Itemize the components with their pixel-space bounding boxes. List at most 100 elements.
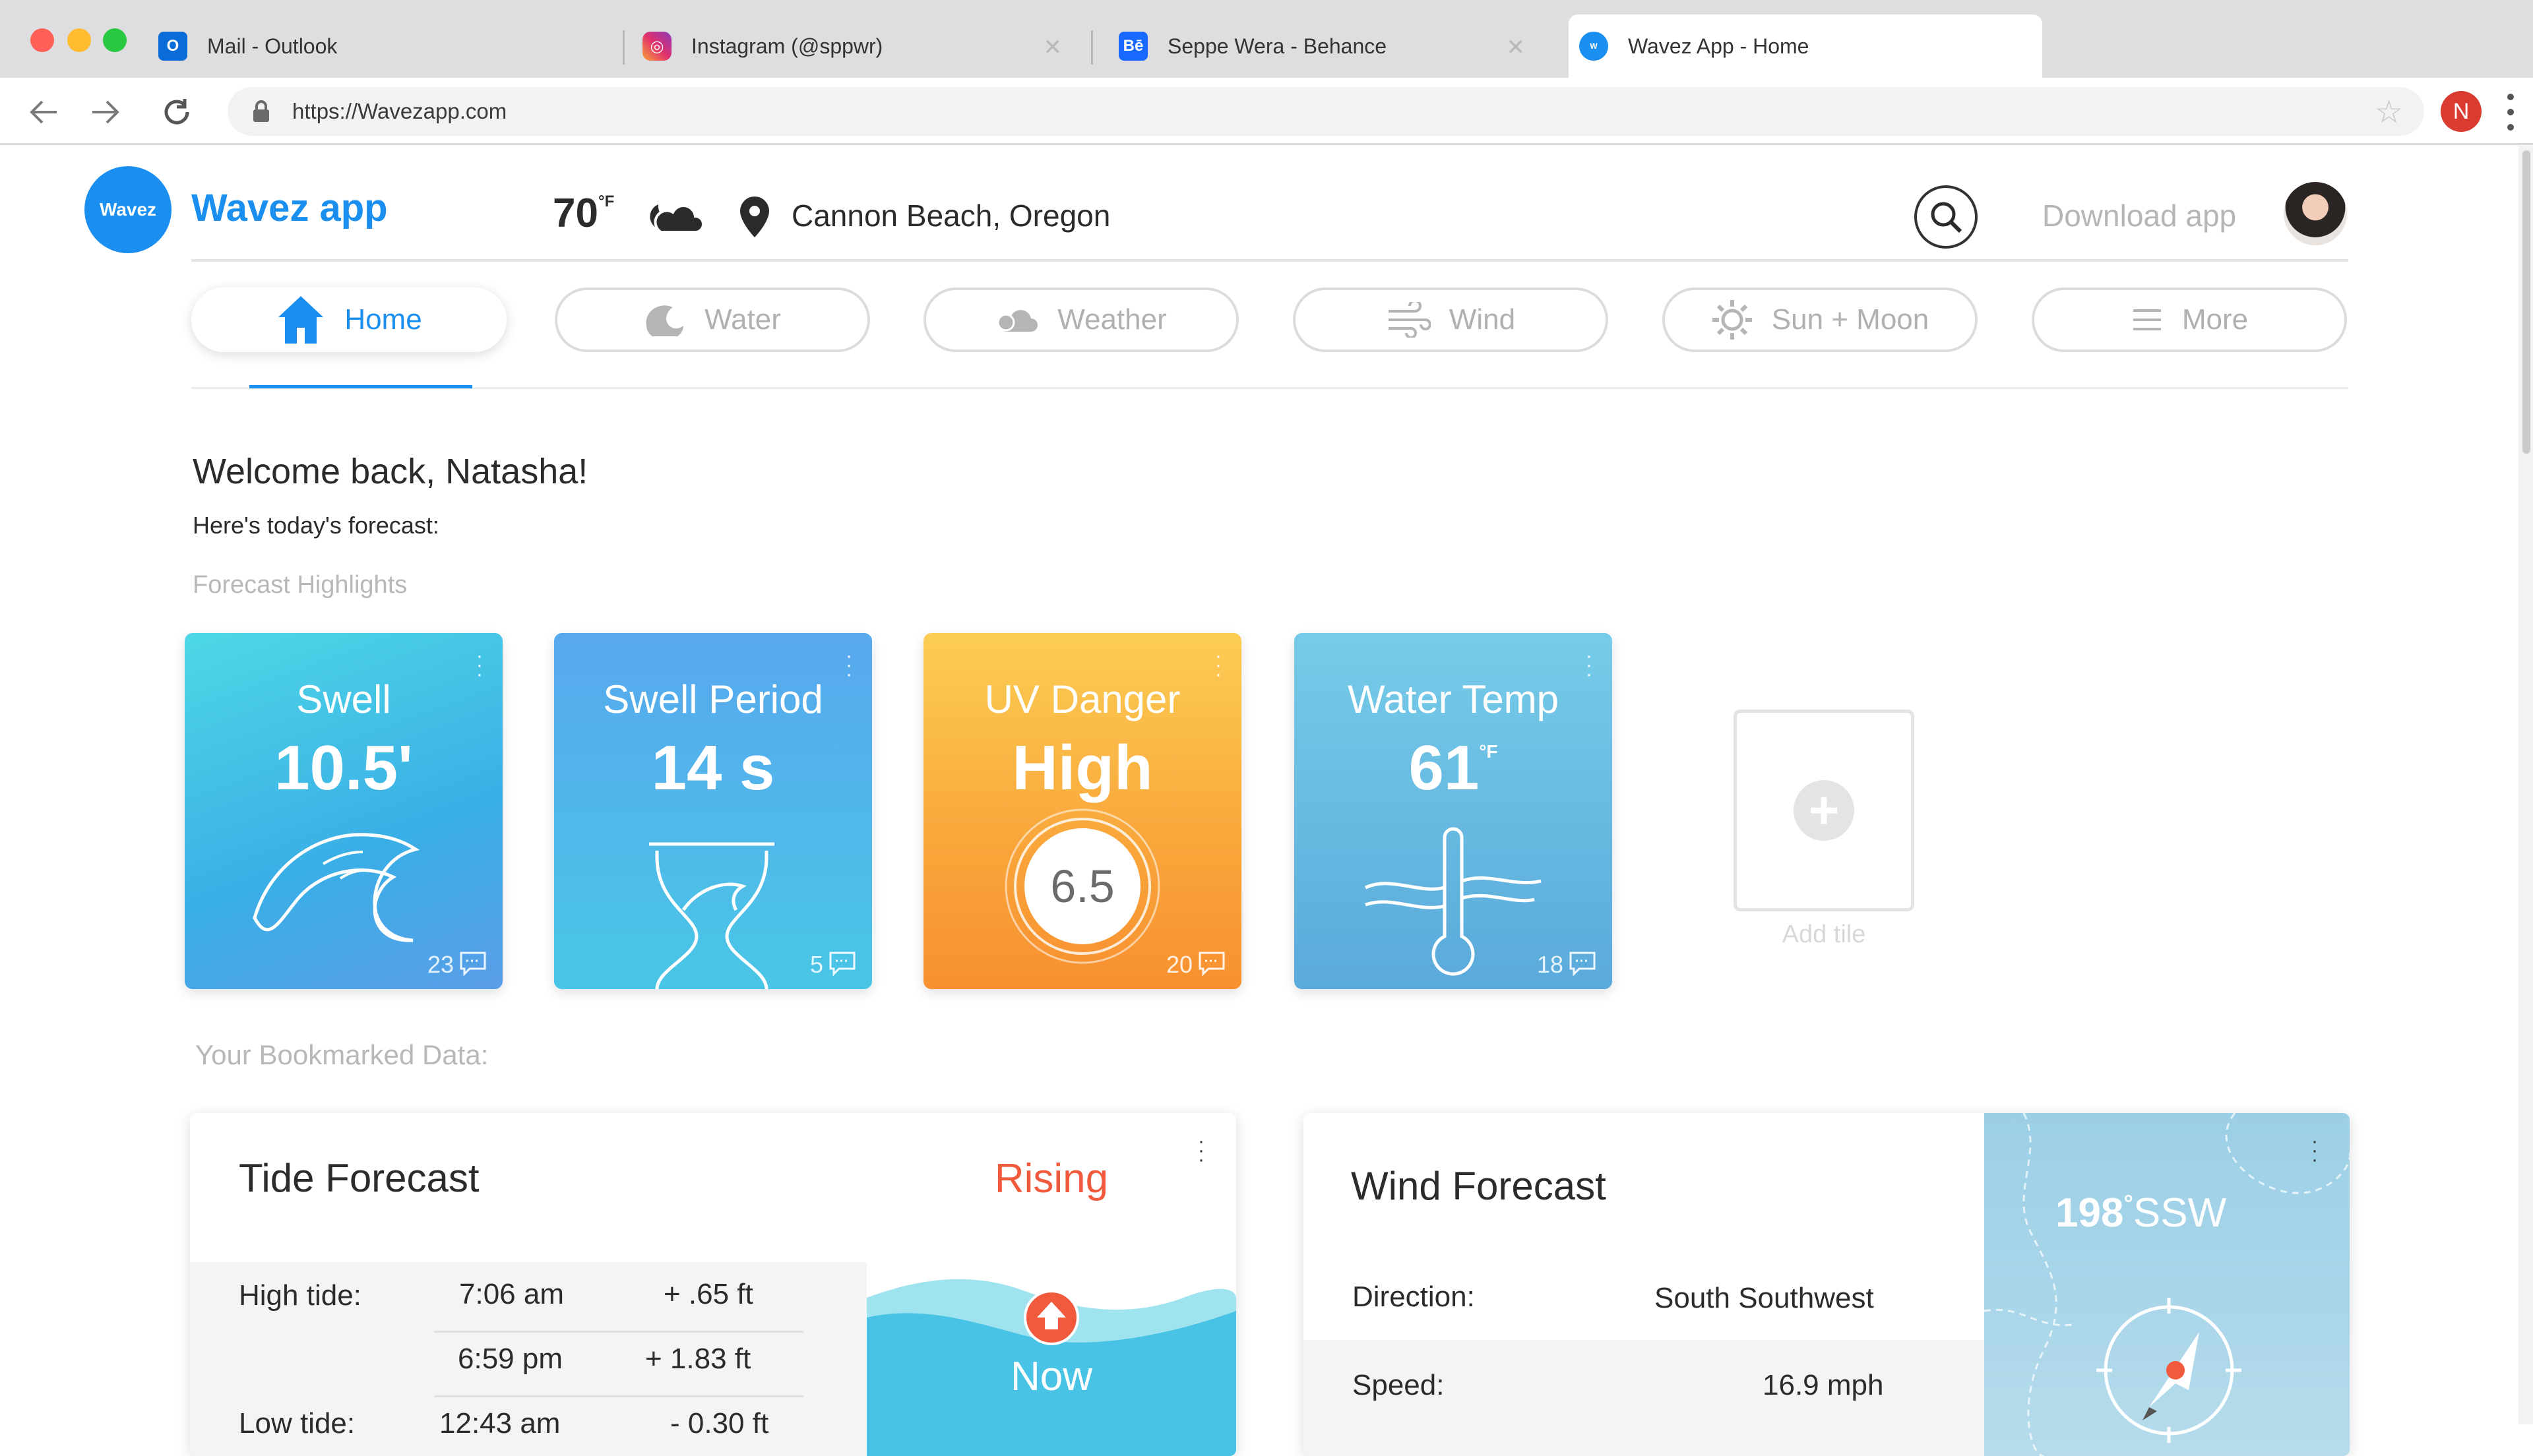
forward-button[interactable]: [86, 92, 125, 132]
bookmark-star-icon[interactable]: ☆: [2375, 94, 2403, 131]
compass-degree-unit: °: [2123, 1190, 2133, 1217]
tab-weather[interactable]: Weather: [923, 288, 1239, 352]
tide-card-title: Tide Forecast: [239, 1156, 480, 1200]
lock-icon: [253, 100, 269, 122]
comment-count: 20: [1166, 951, 1193, 978]
url-input[interactable]: https://Wavezapp.com ☆: [228, 87, 2424, 136]
add-tile-button[interactable]: +: [1734, 710, 1914, 911]
scrollbar-thumb[interactable]: [2522, 150, 2530, 454]
compass-degrees: 198: [2055, 1190, 2124, 1236]
browser-menu-button[interactable]: [2504, 94, 2517, 131]
logo-badge-text: Wavez: [99, 199, 157, 220]
bookmarked-label: Your Bookmarked Data:: [195, 1039, 489, 1070]
browser-tab-instagram[interactable]: ◎ Instagram (@sppwr) ✕: [642, 15, 1091, 78]
tab-close-icon[interactable]: ✕: [1507, 34, 1526, 61]
tab-wind[interactable]: Wind: [1293, 288, 1608, 352]
app-name[interactable]: Wavez app: [191, 186, 388, 230]
tide-rising-arrow-icon: [1024, 1290, 1079, 1345]
tide-status-text: Rising: [994, 1156, 1109, 1201]
header-divider: [191, 259, 2348, 262]
address-bar: https://Wavezapp.com ☆ N: [0, 78, 2533, 145]
minimize-window-button[interactable]: [67, 28, 91, 52]
browser-tab-outlook[interactable]: O Mail - Outlook: [158, 15, 620, 78]
tide-status-time: Now: [1010, 1354, 1093, 1399]
tab-home[interactable]: Home: [191, 288, 507, 352]
close-window-button[interactable]: [30, 28, 54, 52]
maximize-window-button[interactable]: [103, 28, 127, 52]
tide-status-panel: Rising Now · · ·: [867, 1113, 1236, 1456]
comment-icon[interactable]: [1569, 951, 1596, 976]
cloud-moon-icon: [650, 204, 704, 233]
tide-forecast-card[interactable]: Tide Forecast High tide: 7:06 am + .65 f…: [190, 1113, 1236, 1456]
plus-icon: +: [1794, 780, 1854, 841]
arrow-left-icon: [30, 100, 57, 124]
tab-label: Sun + Moon: [1771, 303, 1929, 336]
wind-icon: [1386, 302, 1431, 338]
tab-water[interactable]: Water: [555, 288, 870, 352]
forecast-subtitle: Here's today's forecast:: [193, 512, 439, 539]
profile-initial: N: [2453, 98, 2470, 124]
high-tide-time: 7:06 am: [459, 1278, 564, 1310]
cloud-icon: [995, 305, 1039, 334]
temperature-unit: °F: [598, 193, 615, 210]
home-icon: [276, 293, 326, 346]
hourglass-icon: [649, 842, 774, 989]
tab-label: Wind: [1449, 303, 1516, 336]
reload-icon: [164, 99, 189, 125]
tab-label: Home: [344, 303, 422, 336]
browser-tab-wavez[interactable]: W Wavez App - Home: [1569, 15, 2042, 78]
comment-icon[interactable]: [829, 951, 856, 976]
tile-uv-danger[interactable]: UV Danger High · · · 6.5 20: [923, 633, 1241, 989]
high-tide-time: 6:59 pm: [458, 1343, 563, 1375]
wave-icon: [253, 833, 420, 942]
wind-direction-value: South Southwest: [1654, 1282, 1874, 1314]
welcome-heading: Welcome back, Natasha!: [193, 452, 588, 491]
low-tide-time: 12:43 am: [439, 1407, 561, 1440]
compass-direction: SSW: [2133, 1190, 2227, 1236]
tab-label: Weather: [1057, 303, 1167, 336]
uv-gauge-icon: [1005, 808, 1160, 964]
tile-swell-period[interactable]: Swell Period 14 s · · · 5: [554, 633, 872, 989]
profile-avatar[interactable]: N: [2441, 91, 2482, 132]
water-icon: [644, 303, 686, 336]
uv-index-value: 6.5: [1050, 861, 1115, 912]
wind-speed-value: 16.9 mph: [1763, 1369, 1884, 1401]
app-logo[interactable]: Wavez: [84, 166, 172, 253]
url-text: https://Wavezapp.com: [292, 99, 507, 123]
reload-button[interactable]: [157, 92, 197, 132]
download-app-link[interactable]: Download app: [2042, 198, 2236, 233]
tab-label: Water: [704, 303, 781, 336]
temperature-value: 70: [553, 191, 598, 236]
tab-separator: [1091, 30, 1093, 65]
location-pin-icon: [740, 197, 769, 237]
location-label[interactable]: Cannon Beach, Oregon: [792, 198, 1110, 233]
low-tide-label: Low tide:: [239, 1407, 356, 1440]
comment-count: 18: [1536, 951, 1563, 978]
tide-card-menu-button[interactable]: · · ·: [1198, 1132, 1204, 1170]
nav-divider: [191, 387, 2348, 389]
tab-separator: [623, 30, 625, 65]
wind-card-menu-button[interactable]: · · ·: [2311, 1132, 2318, 1170]
tab-close-icon[interactable]: ✕: [1044, 34, 1063, 61]
wind-direction-label: Direction:: [1352, 1281, 1475, 1313]
highlights-label: Forecast Highlights: [193, 571, 408, 599]
tab-title: Wavez App - Home: [1628, 34, 1809, 58]
compass-reading: 198°SSW: [2055, 1190, 2226, 1236]
tab-title: Seppe Wera - Behance: [1168, 34, 1387, 58]
tab-sun-moon[interactable]: Sun + Moon: [1662, 288, 1978, 352]
search-button[interactable]: [1914, 185, 1978, 249]
browser-tab-behance[interactable]: Bē Seppe Wera - Behance ✕: [1119, 15, 1554, 78]
tile-water-temp[interactable]: Water Temp 61°F · · · 18: [1294, 633, 1612, 989]
comment-count: 23: [427, 951, 454, 978]
user-avatar[interactable]: [2284, 182, 2347, 245]
wind-forecast-card[interactable]: Wind Forecast Direction: South Southwest…: [1303, 1113, 2350, 1456]
comment-icon[interactable]: [1198, 951, 1226, 976]
tab-more[interactable]: More: [2032, 288, 2347, 352]
low-tide-height: - 0.30 ft: [670, 1407, 769, 1440]
menu-lines-icon: [2131, 307, 2164, 333]
tide-row-divider: [434, 1395, 803, 1397]
back-button[interactable]: [24, 92, 63, 132]
comment-icon[interactable]: [459, 951, 487, 976]
tile-swell[interactable]: Swell 10.5' · · · 23: [185, 633, 503, 989]
high-tide-height: + .65 ft: [664, 1278, 753, 1310]
